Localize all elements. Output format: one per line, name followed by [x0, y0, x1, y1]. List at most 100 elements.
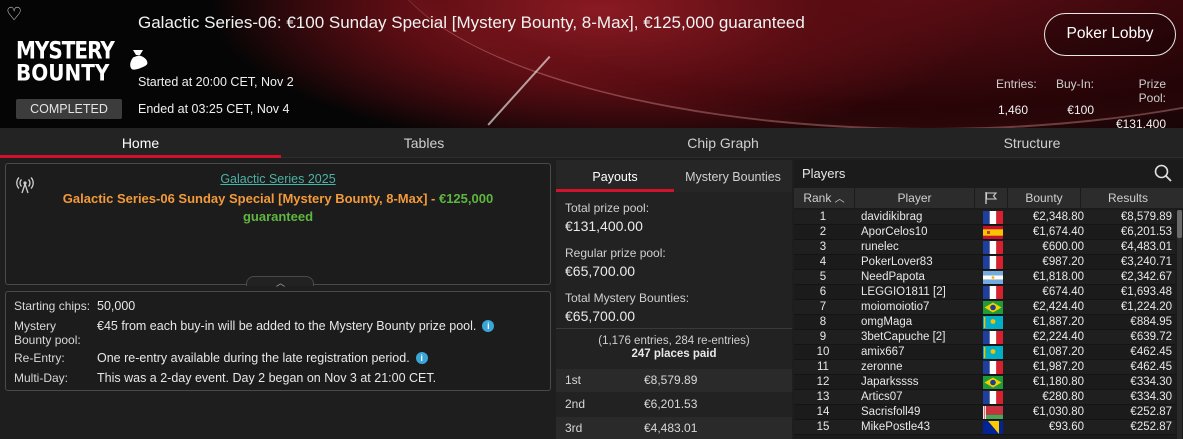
- tab-home[interactable]: Home: [0, 128, 281, 158]
- player-row[interactable]: 11 zeronne €1,987.20 €462.45: [794, 360, 1175, 375]
- player-rank: 8: [819, 316, 827, 328]
- player-bounty: €1,887.20: [1032, 316, 1084, 328]
- poker-lobby-button[interactable]: Poker Lobby: [1044, 13, 1176, 56]
- total-mystery-bounties-value: €65,700.00: [565, 308, 636, 324]
- player-result: €6,201.53: [1120, 226, 1172, 238]
- player-result: €8,579.89: [1120, 211, 1172, 223]
- country-flag-icon: [983, 286, 1003, 299]
- entries-stat: Entries: 1,460: [996, 77, 1037, 117]
- column-bounty[interactable]: Bounty: [1008, 188, 1081, 208]
- main-tab-bar: Home Tables Chip Graph Structure: [0, 128, 1183, 158]
- prize-pool-stat: Prize Pool: €131,400: [1108, 77, 1166, 128]
- bounty-info-icon[interactable]: i: [482, 320, 495, 332]
- player-result: €1,693.48: [1120, 286, 1172, 298]
- player-row[interactable]: 12 Japarkssss €1,180.80 €334.30: [794, 375, 1175, 390]
- column-rank[interactable]: Rank ︿: [794, 188, 855, 208]
- player-name: davidikibrag: [861, 211, 923, 223]
- bounty-pool-label-line1: Mystery: [14, 319, 56, 333]
- total-mystery-bounties: Total Mystery Bounties: €65,700.00: [565, 291, 689, 324]
- player-row[interactable]: 9 3betCapuche [2] €2,224.40 €639.72: [794, 330, 1175, 345]
- payout-row: 1st €8,579.89: [556, 369, 792, 392]
- buyin-label: Buy-In:: [1055, 77, 1094, 91]
- favorite-heart-icon[interactable]: ♡: [6, 5, 24, 23]
- collapse-toggle[interactable]: ︿: [246, 276, 314, 288]
- player-row[interactable]: 4 PokerLover83 €987.20 €3,240.71: [794, 255, 1175, 270]
- scrollbar-thumb[interactable]: [1177, 210, 1182, 238]
- tournament-details-box: Starting chips: 50,000 Mystery Bounty po…: [5, 291, 551, 391]
- player-row[interactable]: 2 AporCelos10 €1,674.40 €6,201.53: [794, 225, 1175, 240]
- multiday-value: This was a 2-day event. Day 2 began on N…: [97, 371, 437, 385]
- player-result: €4,483.01: [1120, 241, 1172, 253]
- tab-structure[interactable]: Structure: [890, 128, 1174, 158]
- country-flag-icon: [983, 421, 1003, 434]
- player-bounty: €1,674.40: [1032, 226, 1084, 238]
- prize-pool-value: €131,400: [1115, 117, 1166, 128]
- logo-line2: BOUNTY: [16, 59, 110, 87]
- player-bounty: €674.40: [1042, 286, 1084, 298]
- tournament-header: ♡ MYSTERY BOUNTY COMPLETED Galactic Seri…: [0, 0, 1183, 128]
- player-bounty: €1,030.80: [1032, 406, 1084, 418]
- player-name: amix667: [861, 346, 905, 358]
- reentry-info-icon[interactable]: i: [415, 352, 428, 364]
- players-table-header: Rank ︿ Player Bounty Results: [794, 188, 1183, 208]
- payout-row: 2nd €6,201.53: [556, 393, 792, 416]
- series-link[interactable]: Galactic Series 2025: [6, 172, 550, 186]
- players-scrollbar[interactable]: [1177, 210, 1182, 439]
- player-name: omgMaga: [861, 316, 913, 328]
- players-panel: Players Rank ︿ Player Bounty Results 1 da…: [794, 160, 1183, 439]
- column-results[interactable]: Results: [1081, 188, 1175, 208]
- player-bounty: €2,348.80: [1032, 211, 1084, 223]
- column-country[interactable]: [975, 188, 1008, 208]
- player-name: Sacrisfoll49: [861, 406, 921, 418]
- player-row[interactable]: 6 LEGGIO1811 [2] €674.40 €1,693.48: [794, 285, 1175, 300]
- country-flag-icon: [983, 256, 1003, 269]
- tournament-name-dash: -: [427, 191, 439, 206]
- player-rank: 13: [816, 391, 830, 403]
- tab-chip-graph[interactable]: Chip Graph: [581, 128, 865, 158]
- starting-chips-label: Starting chips:: [14, 299, 91, 313]
- bounty-pool-value: €45 from each buy-in will be added to th…: [97, 319, 477, 333]
- country-flag-icon: [983, 361, 1003, 374]
- player-name: AporCelos10: [861, 226, 928, 238]
- tab-tables[interactable]: Tables: [281, 128, 567, 158]
- starting-chips-value: 50,000: [97, 299, 136, 313]
- player-name: LEGGIO1811 [2]: [861, 286, 946, 298]
- player-name: 3betCapuche [2]: [861, 331, 946, 343]
- player-row[interactable]: 3 runelec €600.00 €4,483.01: [794, 240, 1175, 255]
- player-bounty: €2,224.40: [1032, 331, 1084, 343]
- multiday-label: Multi-Day:: [14, 371, 69, 385]
- tournament-info-box: Galactic Series 2025 Galactic Series-06 …: [5, 163, 551, 288]
- player-row[interactable]: 1 davidikibrag €2,348.80 €8,579.89: [794, 210, 1175, 225]
- search-icon[interactable]: [1153, 163, 1173, 183]
- player-row[interactable]: 15 MikePostle43 €93.60 €252.87: [794, 420, 1175, 435]
- rank-header-label: Rank: [803, 191, 832, 205]
- guarantee-label: guaranteed: [242, 209, 314, 224]
- player-rank: 4: [819, 256, 827, 268]
- player-rank: 11: [817, 361, 829, 373]
- reentry-value-wrap: One re-entry available during the late r…: [97, 351, 428, 365]
- guarantee-amount: €125,000: [438, 191, 494, 206]
- tab-mystery-bounties[interactable]: Mystery Bounties: [674, 160, 792, 192]
- entries-breakdown: (1,176 entries, 284 re-entries): [598, 335, 750, 347]
- player-row[interactable]: 13 Artics07 €280.80 €334.30: [794, 390, 1175, 405]
- player-row[interactable]: 5 NeedPapota €1,818.00 €2,342.67: [794, 270, 1175, 285]
- player-bounty: €1,818.00: [1032, 271, 1084, 283]
- bounty-pool-value-wrap: €45 from each buy-in will be added to th…: [97, 319, 495, 333]
- country-flag-icon: [983, 241, 1003, 254]
- country-flag-icon: [983, 331, 1003, 344]
- player-result: €252.87: [1130, 421, 1172, 433]
- player-row[interactable]: 14 Sacrisfoll49 €1,030.80 €252.87: [794, 405, 1175, 420]
- column-player[interactable]: Player: [855, 188, 975, 208]
- player-row[interactable]: 7 moiomoiotio7 €2,424.40 €1,224.20: [794, 300, 1175, 315]
- player-name: NeedPapota: [861, 271, 925, 283]
- player-bounty: €1,180.80: [1032, 376, 1084, 388]
- player-result: €3,240.71: [1120, 256, 1172, 268]
- player-rank: 5: [819, 271, 827, 283]
- total-prize-pool-label: Total prize pool:: [565, 201, 650, 215]
- tournament-name-main: Galactic Series-06 Sunday Special [Myste…: [62, 191, 428, 206]
- player-row[interactable]: 8 omgMaga €1,887.20 €884.95: [794, 315, 1175, 330]
- tab-payouts[interactable]: Payouts: [556, 160, 674, 192]
- sort-up-icon: ︿: [834, 194, 845, 205]
- player-rank: 6: [819, 286, 827, 298]
- player-row[interactable]: 10 amix667 €1,087.20 €462.45: [794, 345, 1175, 360]
